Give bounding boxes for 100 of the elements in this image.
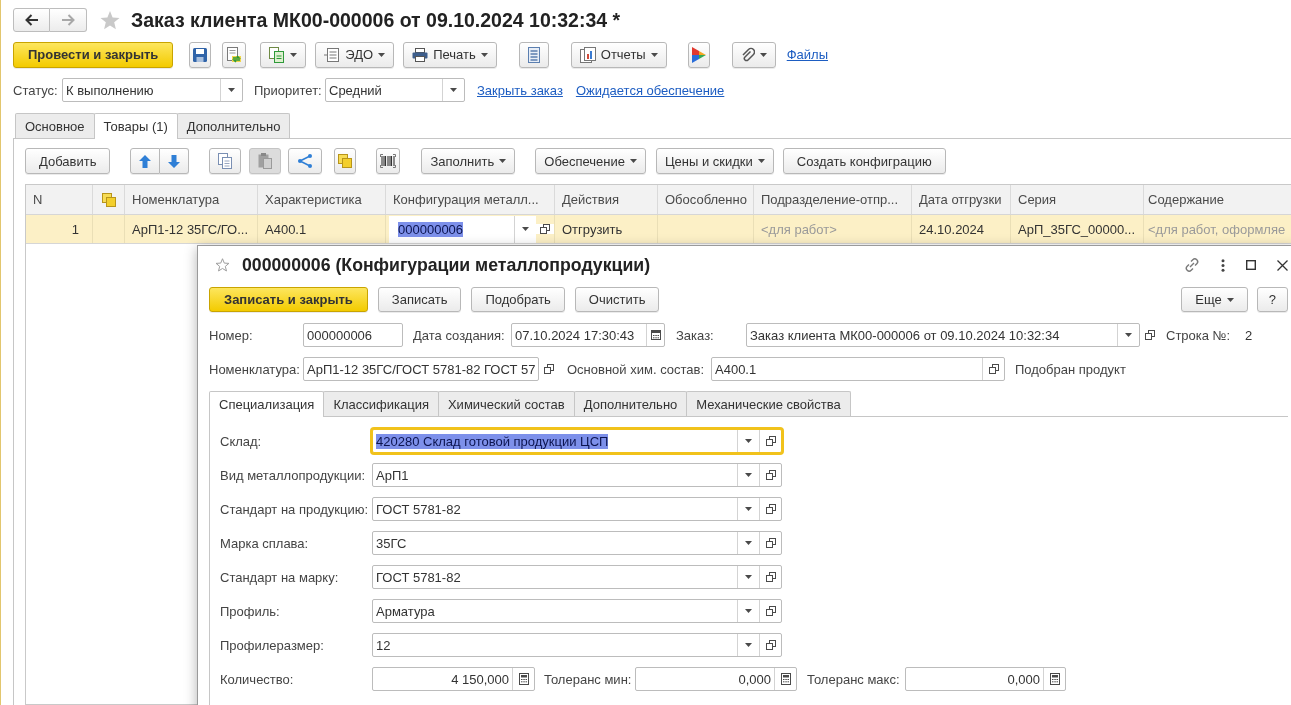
tab[interactable]: Товары (1) xyxy=(93,113,178,139)
column-header[interactable]: Содержание xyxy=(1144,185,1291,214)
create-based-on-button[interactable] xyxy=(260,41,307,68)
table-cell: АрП1-12 35ГС/ГО... xyxy=(125,215,258,243)
tab[interactable]: Дополнительно xyxy=(176,113,291,138)
column-header[interactable]: Действия xyxy=(555,185,658,214)
date-field[interactable]: 07.10.2024 17:30:43 xyxy=(511,323,665,347)
column-header[interactable]: Обособленно xyxy=(658,185,754,214)
barcode-button[interactable] xyxy=(376,148,401,174)
column-header[interactable]: N xyxy=(26,185,93,214)
tab[interactable]: Основное xyxy=(15,113,95,138)
move-up-button[interactable] xyxy=(130,148,161,174)
column-header[interactable]: Номенклатура xyxy=(125,185,258,214)
attach-button[interactable] xyxy=(731,41,776,68)
save-button[interactable] xyxy=(189,41,212,68)
arrow-right-icon xyxy=(61,14,75,26)
move-down-button[interactable] xyxy=(160,148,190,174)
document-icon xyxy=(226,46,243,63)
maximize-icon[interactable] xyxy=(1246,260,1256,270)
caret-icon xyxy=(378,52,386,57)
tab[interactable]: Химический состав xyxy=(437,391,575,416)
close-icon[interactable] xyxy=(1277,259,1288,271)
action-link[interactable]: Закрыть заказ xyxy=(477,82,563,98)
open-icon xyxy=(765,538,776,548)
share-button[interactable] xyxy=(288,148,323,174)
select-field[interactable]: Заказ клиента МК00-000006 от 09.10.2024 10:32:34 xyxy=(746,323,1140,347)
files-link[interactable]: Файлы xyxy=(786,47,828,62)
menu-button[interactable]: Цены и скидки xyxy=(655,148,774,174)
link-icon[interactable] xyxy=(1184,257,1200,273)
window-title: Заказ клиента МК00-000006 от 09.10.2024 10:32:34 * xyxy=(131,8,621,32)
edo-button[interactable]: ЭДО xyxy=(315,41,395,68)
open-button[interactable] xyxy=(536,224,554,234)
arrow-up-icon xyxy=(139,154,152,168)
back-button[interactable] xyxy=(13,8,50,32)
post-button[interactable] xyxy=(222,41,247,68)
column-header[interactable]: Конфигурация металл... xyxy=(386,185,555,214)
text-field[interactable]: 000000006 xyxy=(303,323,403,347)
caret-icon xyxy=(228,88,235,92)
select-field[interactable]: ГОСТ 5781-82 xyxy=(372,565,782,589)
field-label: Количество: xyxy=(220,671,295,687)
caret-icon xyxy=(745,507,752,511)
list-button[interactable] xyxy=(518,41,549,68)
select-button[interactable] xyxy=(334,148,357,174)
tab[interactable]: Дополнительно xyxy=(573,391,688,416)
connect-button[interactable] xyxy=(687,41,710,68)
reference-field[interactable]: А400.1 xyxy=(711,357,1005,381)
open-icon xyxy=(765,606,776,616)
select-field[interactable]: АрП1 xyxy=(372,463,782,487)
save-and-close-button[interactable]: Записать и закрыть xyxy=(209,287,368,312)
list-icon xyxy=(527,46,540,63)
print-button[interactable]: Печать xyxy=(403,41,497,68)
select-field[interactable]: Средний xyxy=(325,78,465,102)
dialog-button[interactable]: Подобрать xyxy=(471,287,565,312)
menu-button[interactable]: Заполнить xyxy=(421,148,516,174)
tab[interactable]: Механические свойства xyxy=(686,391,851,416)
more-button[interactable]: Еще xyxy=(1181,287,1248,312)
create-configuration-button[interactable]: Создать конфиграцию xyxy=(782,148,946,174)
star-icon[interactable] xyxy=(215,258,230,272)
table-cell: 24.10.2024 xyxy=(912,215,1011,243)
status-text: Подобран продукт xyxy=(1015,361,1126,377)
post-and-close-button[interactable]: Провести и закрыть xyxy=(13,41,174,68)
column-header[interactable]: Серия xyxy=(1011,185,1144,214)
column-header[interactable]: Подразделение-отпр... xyxy=(754,185,912,214)
select-field[interactable]: 35ГС xyxy=(372,531,782,555)
tab[interactable]: Специализация xyxy=(209,391,325,417)
table-cell-text: <для работ, оформляе xyxy=(1147,220,1287,239)
tab[interactable]: Классификация xyxy=(323,391,439,416)
dialog-button[interactable]: Очистить xyxy=(574,287,660,312)
number-field[interactable]: 4 150,000 xyxy=(372,667,535,691)
table-cell: А400.1 xyxy=(258,215,386,243)
select-field[interactable]: К выполнению xyxy=(62,78,243,102)
star-icon[interactable] xyxy=(100,10,120,30)
cell-editor[interactable]: 000000006 xyxy=(389,215,536,243)
field-label: Стандарт на продукцию: xyxy=(220,501,369,517)
menu-button[interactable]: Обеспечение xyxy=(535,148,646,174)
open-icon xyxy=(544,364,554,374)
select-field[interactable]: 12 xyxy=(372,633,782,657)
add-button[interactable]: Добавить xyxy=(25,148,111,174)
select-field[interactable]: ГОСТ 5781-82 xyxy=(372,497,782,521)
select-field[interactable]: Арматура xyxy=(372,599,782,623)
copy-button[interactable] xyxy=(209,148,242,174)
action-link[interactable]: Ожидается обеспечение xyxy=(575,82,725,98)
clipboard-icon xyxy=(258,153,273,169)
reference-field[interactable]: АрП1-12 35ГС/ГОСТ 5781-82 ГОСТ 57 xyxy=(303,357,539,381)
field-label: Профилеразмер: xyxy=(220,637,325,653)
column-header[interactable]: Характеристика xyxy=(258,185,386,214)
calendar-button[interactable] xyxy=(646,324,664,346)
number-field[interactable]: 0,000 xyxy=(635,667,797,691)
field-label: Основной хим. состав: xyxy=(567,361,706,377)
number-field[interactable]: 0,000 xyxy=(905,667,1066,691)
more-icon[interactable] xyxy=(1221,258,1225,272)
dialog-button[interactable]: Записать xyxy=(377,287,462,312)
reports-button[interactable]: Отчеты xyxy=(570,41,667,68)
select-field[interactable]: 420280 Склад готовой продукции ЦСП xyxy=(372,429,782,453)
column-header[interactable]: Дата отгрузки xyxy=(912,185,1011,214)
caret-icon xyxy=(522,227,529,231)
table-row[interactable]: 1 АрП1-12 35ГС/ГО... А400.1 000000006 Отгрузить <для работ> 24.10.2024 АрП_35ГС_00000... <для работ, оформляе xyxy=(26,215,1291,244)
calculator-icon xyxy=(780,673,791,685)
help-button[interactable]: ? xyxy=(1256,287,1288,312)
field-label: Марка сплава: xyxy=(220,535,310,551)
